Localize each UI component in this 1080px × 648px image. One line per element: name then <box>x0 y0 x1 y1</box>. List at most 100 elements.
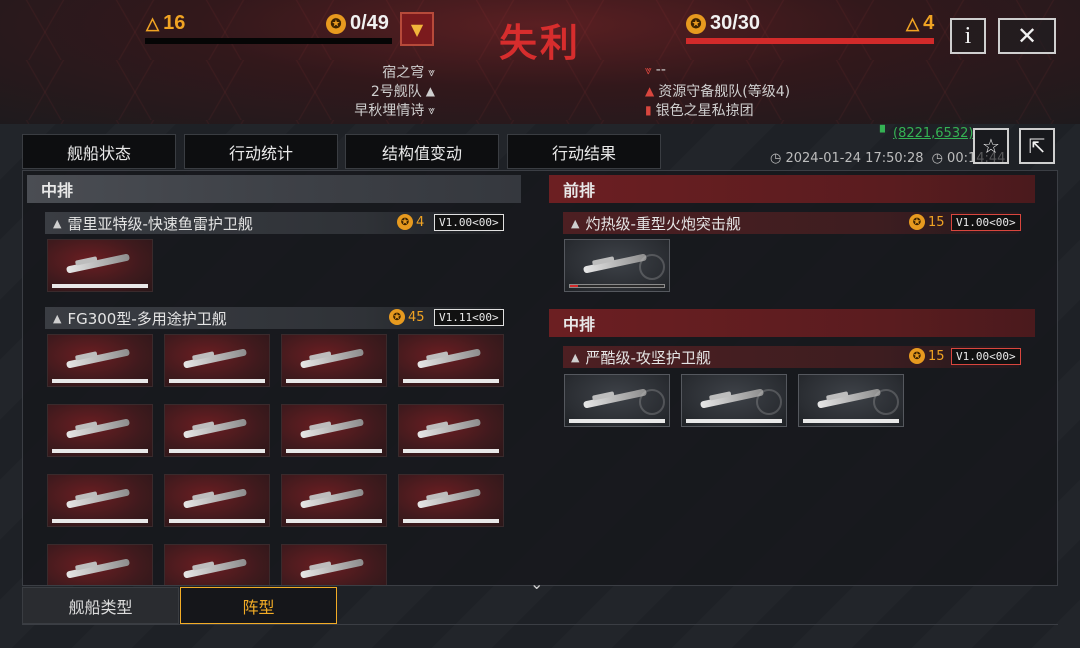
tab-formation[interactable]: 阵型 <box>180 587 337 624</box>
tab-ship-type[interactable]: 舰船类型 <box>22 587 179 624</box>
right-commander-name: -- <box>655 62 666 78</box>
ship-card[interactable] <box>281 474 387 527</box>
ship-model-icon <box>299 558 365 579</box>
ship-card[interactable] <box>681 374 787 427</box>
ship-model-icon <box>299 348 365 369</box>
right-fleet-line-1: ⩔ -- <box>645 62 666 78</box>
ship-model-icon <box>416 418 482 439</box>
ship-row-header[interactable]: ▲ FG300型-多用途护卫舰 <box>45 307 501 329</box>
bottom-divider <box>22 624 1058 625</box>
ship-card[interactable] <box>564 374 670 427</box>
ship-status-panel[interactable]: 中排 ▲ 雷里亚特级-快速鱼雷护卫舰 ✪ 4 V1.00<00> ▲ FG300… <box>22 170 1058 586</box>
battle-result-header: △ 16 ✪ 0/49 ▼ 失利 ✪ 30/30 △ 4 i ✕ 宿之穹 ⩔ 2… <box>0 0 1080 124</box>
ship-model-icon <box>699 388 765 409</box>
collapse-triangle-icon: ▲ <box>571 216 580 230</box>
ship-card[interactable] <box>564 239 670 292</box>
ship-card[interactable] <box>164 544 270 585</box>
tab-ship-status[interactable]: 舰船状态 <box>22 134 176 169</box>
tab-action-result[interactable]: 行动结果 <box>507 134 661 169</box>
right-progress-fill <box>686 38 934 44</box>
right-front-section-header: 前排 <box>549 175 1035 203</box>
right-fleet-name: 资源守备舰队(等级4) <box>658 84 791 100</box>
ship-cost-value: 15 <box>928 214 945 230</box>
favorite-star-button[interactable]: ☆ <box>973 128 1009 164</box>
ship-hp-bar <box>52 379 148 383</box>
left-fleet-line-2: 2号舰队 ▲ <box>371 81 435 101</box>
left-fleet-points-value: 0/49 <box>350 12 389 34</box>
battle-coordinates[interactable]: ▘ (8221,6532) <box>880 126 973 141</box>
ship-card[interactable] <box>281 544 387 585</box>
ship-cost-value: 15 <box>928 348 945 364</box>
ship-model-icon <box>582 253 648 274</box>
tab-structure-change[interactable]: 结构值变动 <box>345 134 499 169</box>
ship-card[interactable] <box>47 544 153 585</box>
collapse-triangle-icon: ▲ <box>53 311 62 325</box>
ship-hp-bar <box>686 419 782 423</box>
ship-hp-bar <box>803 419 899 423</box>
ship-hp-bar <box>569 284 665 288</box>
ship-card[interactable] <box>398 404 504 457</box>
star-icon: ☆ <box>982 134 1000 158</box>
ship-hp-bar <box>403 379 499 383</box>
ship-hp-bar <box>403 449 499 453</box>
share-button[interactable]: ⇱ <box>1019 128 1055 164</box>
chevron-down-icon: ⩔ <box>645 62 652 77</box>
tab-action-stats[interactable]: 行动统计 <box>184 134 338 169</box>
ship-card[interactable] <box>281 334 387 387</box>
ship-model-icon <box>182 418 248 439</box>
double-chevron-icon: ⩔ <box>428 102 435 117</box>
ship-card[interactable] <box>281 404 387 457</box>
ship-model-icon <box>182 348 248 369</box>
fleet-coin-icon: ✪ <box>909 348 925 364</box>
fleet-coin-icon: ✪ <box>686 13 706 34</box>
right-power: △ 4 <box>906 12 934 35</box>
ship-row-header[interactable]: ▲ 雷里亚特级-快速鱼雷护卫舰 <box>45 212 501 234</box>
ship-card[interactable] <box>47 474 153 527</box>
ship-card[interactable] <box>164 334 270 387</box>
ship-hp-bar <box>169 519 265 523</box>
ship-cost: ✪ 4 <box>397 214 424 230</box>
fleet-coin-icon: ✪ <box>389 309 405 325</box>
coordinates-link[interactable]: (8221,6532) <box>893 126 973 141</box>
scroll-down-chevron-icon[interactable]: ⌄ <box>530 574 543 593</box>
ship-cost: ✪ 45 <box>389 309 425 325</box>
ship-name: 灼热级-重型火炮突击舰 <box>585 214 741 233</box>
ship-card[interactable] <box>47 334 153 387</box>
ship-card[interactable] <box>398 334 504 387</box>
ship-cost: ✪ 15 <box>909 348 945 364</box>
ship-hp-bar <box>286 379 382 383</box>
ship-card[interactable] <box>47 239 153 292</box>
ship-model-icon <box>65 418 131 439</box>
ship-card[interactable] <box>164 404 270 457</box>
left-power: △ 16 <box>146 12 185 35</box>
left-commander-name: 宿之穹 <box>382 65 425 81</box>
info-button[interactable]: i <box>950 18 986 54</box>
ship-card[interactable] <box>398 474 504 527</box>
ship-name: 严酷级-攻坚护卫舰 <box>585 348 711 367</box>
ship-card[interactable] <box>164 474 270 527</box>
chevron-up-icon: ▲ <box>425 84 435 98</box>
ship-hp-bar <box>52 284 148 288</box>
collapse-triangle-icon: ▲ <box>53 216 62 230</box>
ship-model-icon <box>182 488 248 509</box>
ship-model-icon <box>65 348 131 369</box>
ship-model-icon <box>182 558 248 579</box>
ship-card[interactable] <box>798 374 904 427</box>
faction-emblem-icon[interactable]: ▼ <box>400 12 434 46</box>
left-progress-bar <box>145 38 392 44</box>
collapse-triangle-icon: ▲ <box>571 350 580 364</box>
ship-cost-value: 45 <box>408 309 425 325</box>
ship-hp-bar <box>52 519 148 523</box>
fleet-coin-icon: ✪ <box>397 214 413 230</box>
faction-watermark-icon <box>756 389 782 415</box>
ship-name: FG300型-多用途护卫舰 <box>67 309 227 328</box>
ship-hp-bar <box>569 419 665 423</box>
battle-report-screen: △ 16 ✪ 0/49 ▼ 失利 ✪ 30/30 △ 4 i ✕ 宿之穹 ⩔ 2… <box>0 0 1080 648</box>
ship-hp-bar <box>286 519 382 523</box>
ship-card[interactable] <box>47 404 153 457</box>
close-button[interactable]: ✕ <box>998 18 1056 54</box>
ship-model-icon <box>582 388 648 409</box>
ship-model-icon <box>299 488 365 509</box>
flag-icon: ▮ <box>645 103 652 117</box>
left-fleet-line-3: 早秋埋情诗 ⩔ <box>354 100 435 120</box>
